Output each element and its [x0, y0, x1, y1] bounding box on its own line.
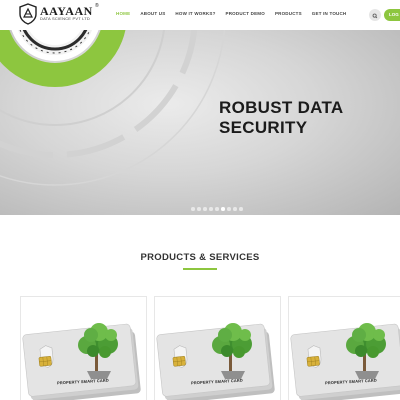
nav-item-get-in-touch[interactable]: GET IN TOUCH [312, 11, 347, 16]
site-header: AAYAAN ® DATA SCIENCE PVT LTD HOME ABOUT… [0, 0, 400, 30]
smart-card-tree-image [289, 297, 400, 400]
shield-logo-icon [19, 3, 37, 25]
section-title-underline [183, 268, 217, 270]
slider-dot[interactable] [215, 207, 219, 211]
product-card-2[interactable]: PROPERTY SMART CARD [154, 296, 281, 400]
slider-dot[interactable] [233, 207, 237, 211]
slider-dot[interactable] [239, 207, 243, 211]
product-card-3[interactable]: PROPERTY SMART CARD [288, 296, 400, 400]
section-title: PRODUCTS & SERVICES [140, 252, 260, 263]
slider-dot[interactable] [209, 207, 213, 211]
nav-item-product-demo[interactable]: PRODUCT DEMO [226, 11, 265, 16]
nav-item-about-us[interactable]: ABOUT US [140, 11, 165, 16]
main-nav: HOME ABOUT US HOW IT WORKS? PRODUCT DEMO… [116, 11, 346, 16]
logo-tagline: DATA SCIENCE PVT LTD [40, 16, 90, 21]
smart-card-tree-image [21, 297, 146, 400]
logo[interactable]: AAYAAN ® DATA SCIENCE PVT LTD [18, 3, 102, 25]
hero-title-line-2: SECURITY [219, 118, 308, 137]
hero-title: ROBUST DATA SECURITY [219, 98, 389, 138]
product-card-1[interactable]: PROPERTY SMART CARD [20, 296, 147, 400]
login-button[interactable]: LOG [384, 9, 400, 21]
nav-item-how-it-works[interactable]: HOW IT WORKS? [175, 11, 215, 16]
hero-slider: ROBUST DATA SECURITY [0, 30, 400, 215]
smart-card-tree-image [155, 297, 280, 400]
slider-dot[interactable] [197, 207, 201, 211]
slider-dot[interactable] [203, 207, 207, 211]
search-button[interactable] [369, 9, 381, 21]
hero-title-line-1: ROBUST DATA [219, 98, 344, 117]
slider-dot[interactable] [221, 207, 225, 211]
nav-item-home[interactable]: HOME [116, 11, 130, 16]
slider-dot[interactable] [227, 207, 231, 211]
search-icon [372, 13, 378, 19]
slider-dots [191, 207, 243, 211]
registered-mark: ® [95, 3, 99, 9]
nav-item-products[interactable]: PRODUCTS [275, 11, 302, 16]
slider-dot[interactable] [191, 207, 195, 211]
